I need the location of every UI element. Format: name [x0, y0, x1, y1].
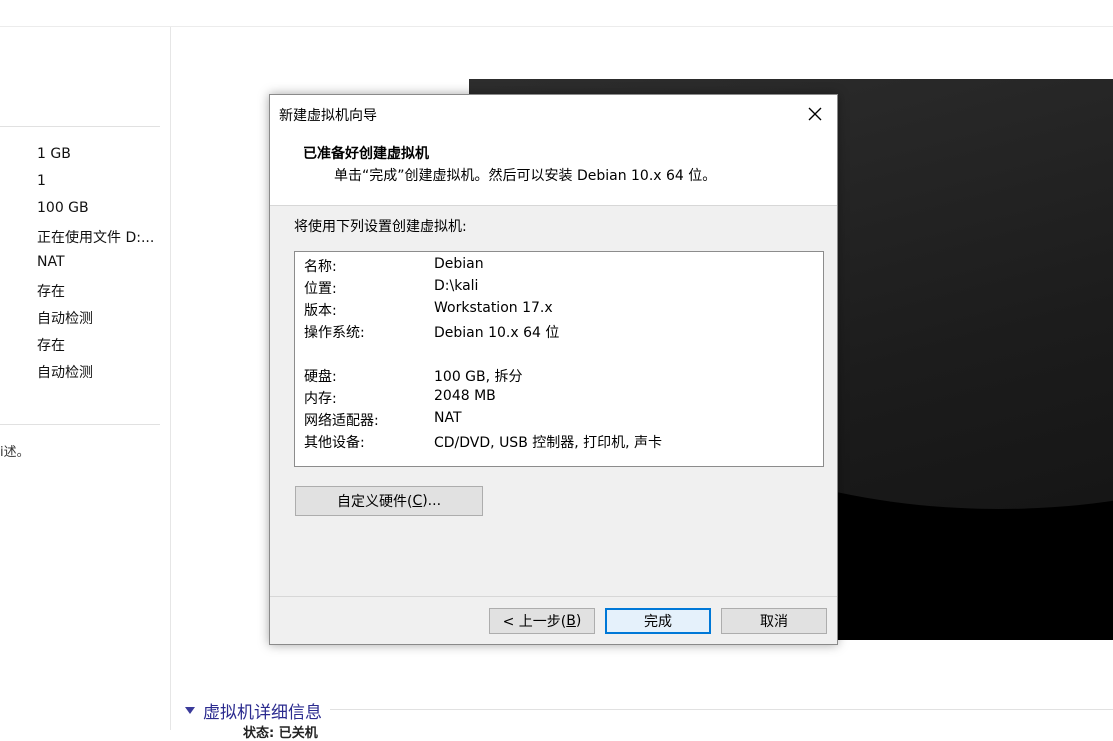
close-button[interactable]	[799, 99, 831, 129]
summary-label: 位置:	[304, 281, 337, 297]
hw-network-value: NAT	[37, 254, 65, 270]
collapse-arrow-icon[interactable]	[185, 707, 195, 714]
summary-label: 名称:	[304, 259, 337, 275]
summary-label: 网络适配器:	[304, 413, 379, 429]
hw-printer-value: 存在	[37, 338, 65, 354]
summary-value: Workstation 17.x	[434, 300, 553, 316]
panel-divider-bottom	[0, 424, 160, 425]
hw-disk-value: 100 GB	[37, 200, 89, 216]
new-vm-wizard-dialog: 新建虚拟机向导 已准备好创建虚拟机 单击“完成”创建虚拟机。然后可以安装 Deb…	[269, 94, 838, 645]
close-icon	[808, 107, 822, 121]
hw-cd-value: 正在使用文件 D:...	[37, 230, 155, 246]
vm-details-title: 虚拟机详细信息	[203, 703, 322, 723]
dialog-header: 已准备好创建虚拟机 单击“完成”创建虚拟机。然后可以安装 Debian 10.x…	[270, 133, 837, 206]
summary-value: Debian	[434, 256, 484, 272]
hw-display-value: 自动检测	[37, 365, 93, 381]
panel-divider-top	[0, 126, 160, 127]
hardware-summary-panel: 1 GB 1 100 GB 正在使用文件 D:... NAT 存在 自动检测 存…	[0, 27, 170, 730]
vm-state-text: 状态: 已关机	[243, 726, 318, 741]
hw-sound-value: 自动检测	[37, 311, 93, 327]
summary-label: 其他设备:	[304, 435, 365, 451]
details-divider	[330, 709, 1113, 710]
footer-divider	[270, 596, 837, 597]
summary-label: 版本:	[304, 303, 337, 319]
settings-summary: 名称: Debian 位置: D:\kali 版本: Workstation 1…	[294, 251, 824, 467]
hw-memory-value: 1 GB	[37, 146, 71, 162]
settings-intro: 将使用下列设置创建虚拟机:	[294, 219, 467, 235]
customize-hardware-button[interactable]: 自定义硬件(C)...	[295, 486, 483, 516]
summary-value: Debian 10.x 64 位	[434, 325, 560, 341]
panel-separator	[170, 27, 171, 730]
vm-details-header[interactable]: 虚拟机详细信息	[185, 698, 322, 723]
summary-value: NAT	[434, 410, 462, 426]
dialog-title: 新建虚拟机向导	[279, 108, 377, 124]
summary-value: D:\kali	[434, 278, 479, 294]
back-button[interactable]: < 上一步(B)	[489, 608, 595, 634]
hw-usb-value: 存在	[37, 284, 65, 300]
finish-button[interactable]: 完成	[605, 608, 711, 634]
hw-processor-value: 1	[37, 173, 46, 189]
summary-value: 2048 MB	[434, 388, 496, 404]
summary-label: 内存:	[304, 391, 337, 407]
description-fragment: i述。	[0, 445, 30, 460]
summary-label: 操作系统:	[304, 325, 365, 341]
summary-label: 硬盘:	[304, 369, 337, 385]
wizard-heading: 已准备好创建虚拟机	[303, 146, 429, 162]
summary-value: 100 GB, 拆分	[434, 369, 523, 385]
cancel-button[interactable]: 取消	[721, 608, 827, 634]
dialog-titlebar: 新建虚拟机向导	[270, 95, 837, 133]
summary-value: CD/DVD, USB 控制器, 打印机, 声卡	[434, 435, 663, 451]
wizard-subheading: 单击“完成”创建虚拟机。然后可以安装 Debian 10.x 64 位。	[334, 168, 717, 184]
